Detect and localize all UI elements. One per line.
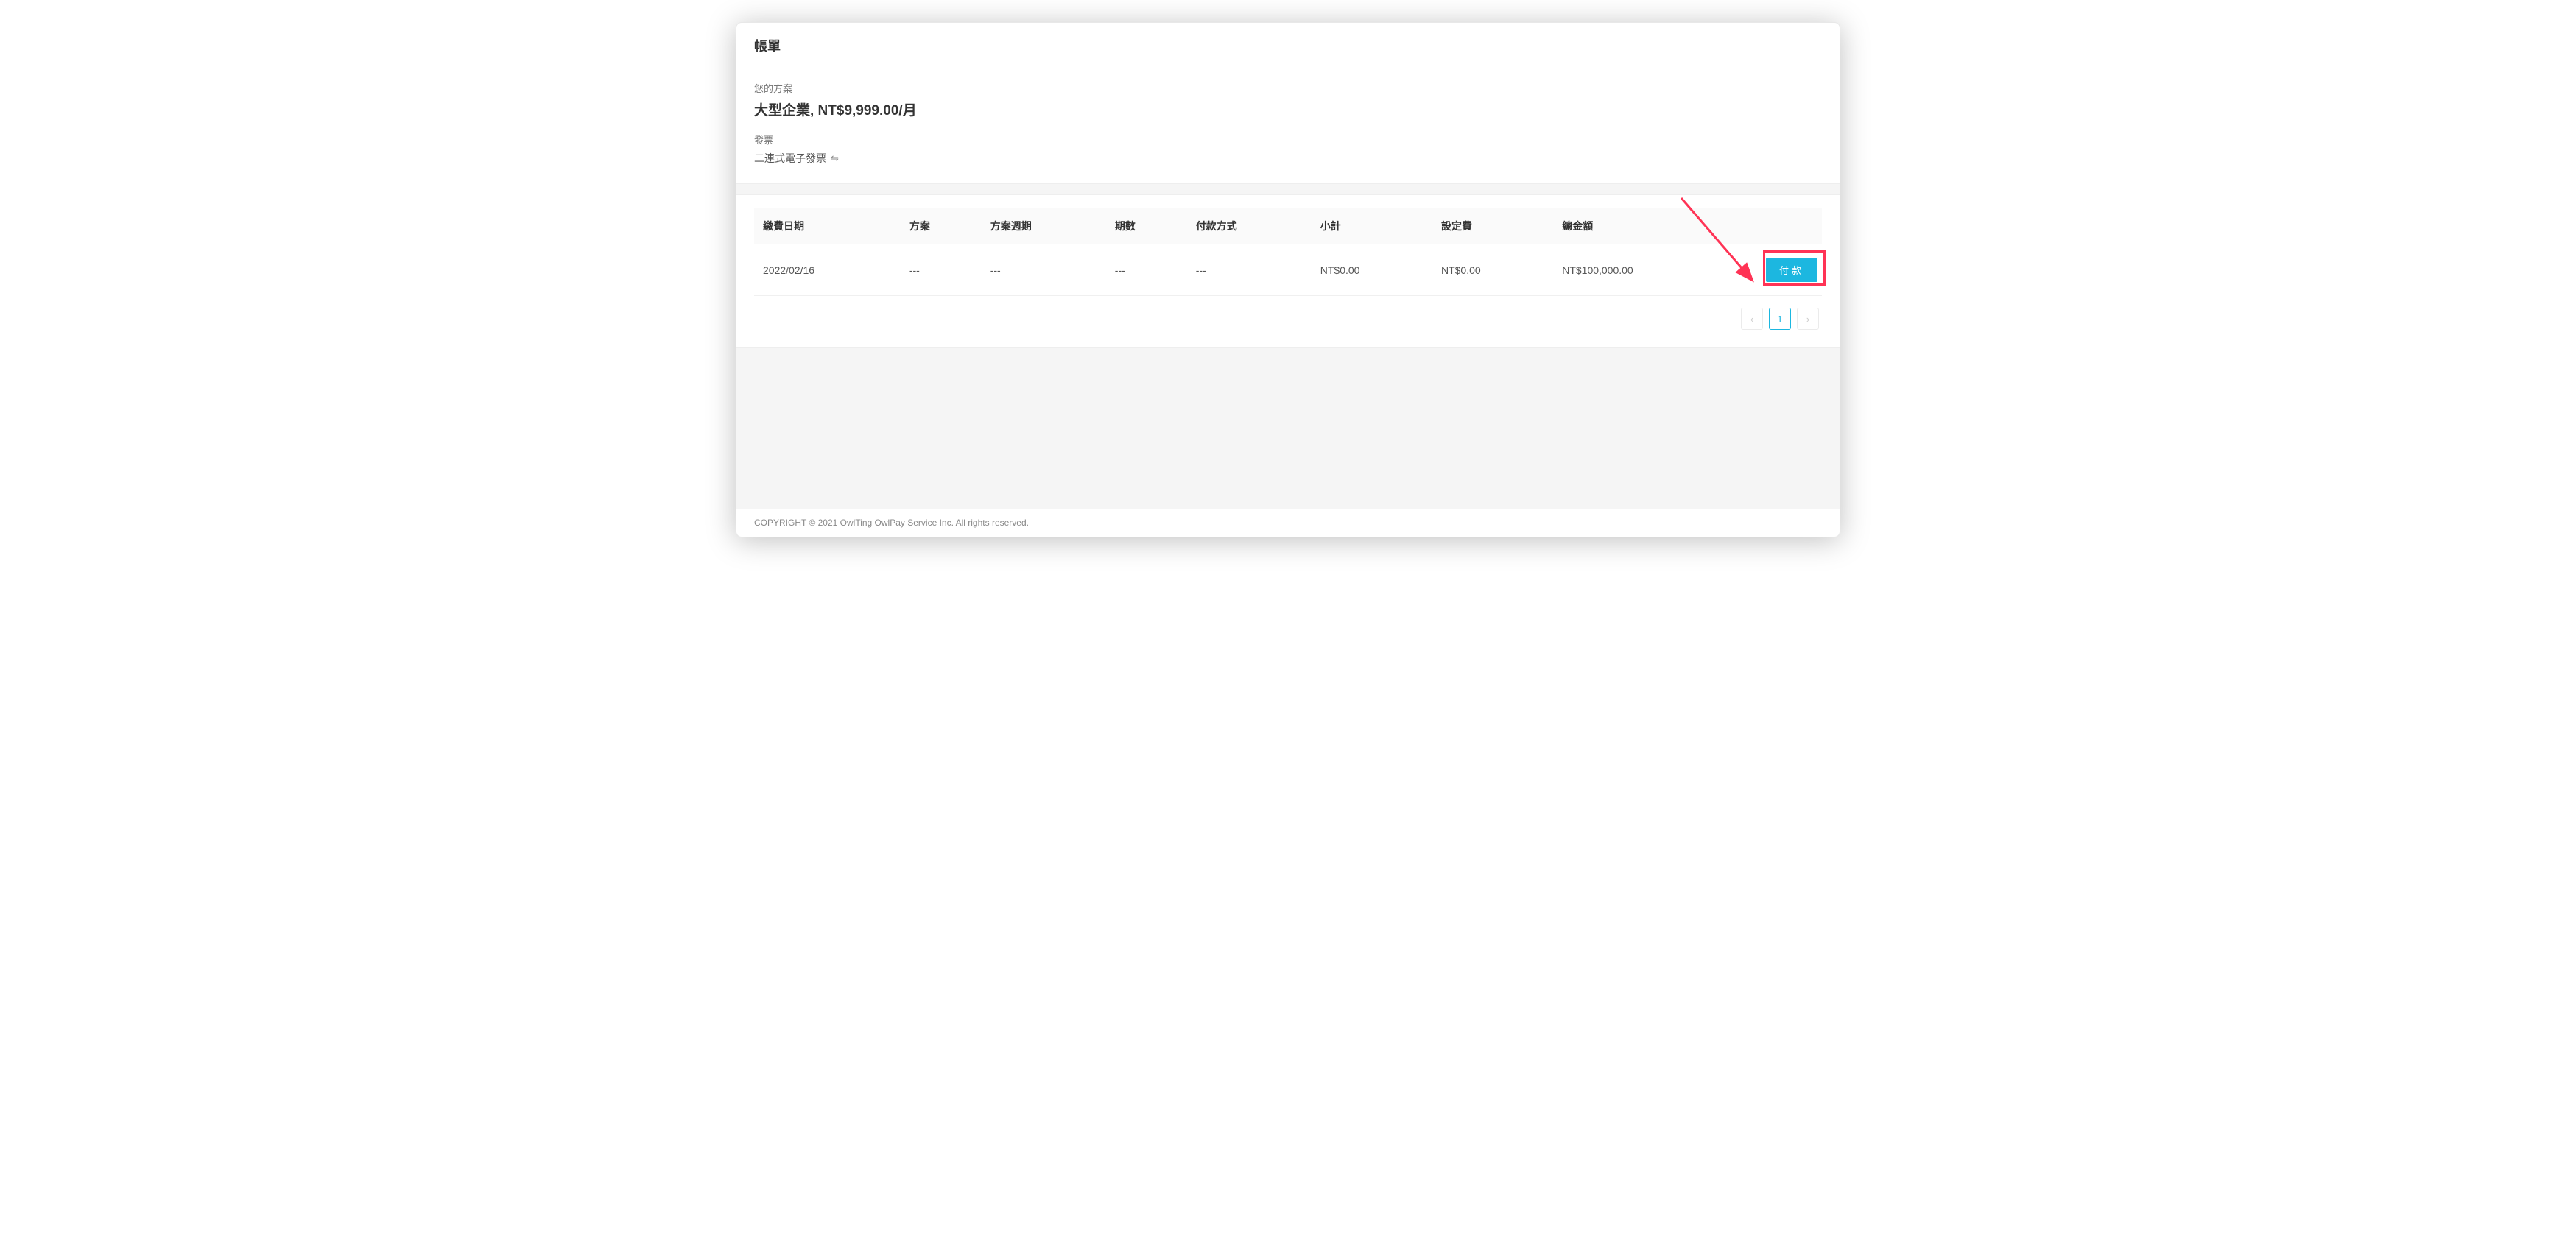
chevron-left-icon: ‹ [1750,314,1753,325]
invoice-label: 發票 [754,133,1822,147]
app-window: 帳單 您的方案 大型企業, NT$9,999.00/月 發票 二連式電子發票 ⇋… [736,22,1840,537]
pagination-prev[interactable]: ‹ [1741,308,1763,330]
billing-table-card: 繳費日期 方案 方案週期 期數 付款方式 小計 設定費 總金額 2022/02/… [736,194,1840,348]
plan-value: 大型企業, NT$9,999.00/月 [754,99,1822,119]
col-plan: 方案 [901,208,982,244]
chevron-right-icon: › [1806,314,1809,325]
content-area: 您的方案 大型企業, NT$9,999.00/月 發票 二連式電子發票 ⇋ 繳費… [736,66,1840,509]
col-total: 總金額 [1553,208,1741,244]
pay-button[interactable]: 付款 [1766,258,1817,282]
cell-term: --- [1106,244,1187,296]
cell-plan: --- [901,244,982,296]
cell-setup-fee: NT$0.00 [1432,244,1553,296]
col-period: 方案週期 [982,208,1106,244]
col-payment-method: 付款方式 [1187,208,1312,244]
plan-label: 您的方案 [754,81,1822,95]
page-title: 帳單 [736,23,1840,66]
plan-card: 您的方案 大型企業, NT$9,999.00/月 發票 二連式電子發票 ⇋ [736,66,1840,184]
col-date: 繳費日期 [754,208,901,244]
swap-icon[interactable]: ⇋ [831,152,839,164]
cell-action: 付款 [1741,244,1822,296]
table-row: 2022/02/16 --- --- --- --- NT$0.00 NT$0.… [754,244,1822,296]
pagination: ‹ 1 › [754,308,1822,330]
invoice-value-row: 二連式電子發票 ⇋ [754,151,839,166]
pagination-page-1[interactable]: 1 [1769,308,1791,330]
col-setup-fee: 設定費 [1432,208,1553,244]
col-subtotal: 小計 [1312,208,1432,244]
cell-subtotal: NT$0.00 [1312,244,1432,296]
pagination-next[interactable]: › [1797,308,1819,330]
invoice-value: 二連式電子發票 [754,151,826,166]
cell-date: 2022/02/16 [754,244,901,296]
cell-period: --- [982,244,1106,296]
col-term: 期數 [1106,208,1187,244]
table-header-row: 繳費日期 方案 方案週期 期數 付款方式 小計 設定費 總金額 [754,208,1822,244]
cell-payment-method: --- [1187,244,1312,296]
cell-total: NT$100,000.00 [1553,244,1741,296]
col-action [1741,208,1822,244]
footer-copyright: COPYRIGHT © 2021 OwlTing OwlPay Service … [736,509,1840,537]
billing-table: 繳費日期 方案 方案週期 期數 付款方式 小計 設定費 總金額 2022/02/… [754,208,1822,296]
